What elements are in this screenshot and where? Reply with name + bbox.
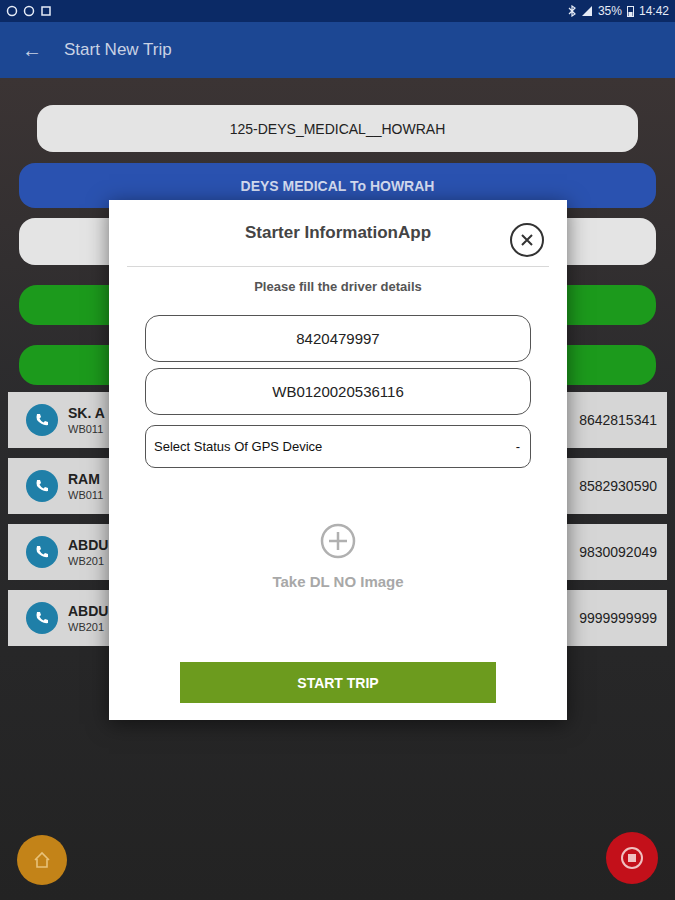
- driver-phone: 9830092049: [579, 544, 657, 560]
- driver-name: ABDU: [68, 537, 108, 553]
- dialog-title: Starter InformationApp: [245, 223, 431, 243]
- start-trip-button[interactable]: START TRIP: [180, 662, 496, 703]
- battery-icon: [627, 5, 634, 17]
- driver-licence: WB201: [68, 555, 108, 567]
- screen-title: Start New Trip: [64, 40, 172, 60]
- driver-info: RAM WB011: [68, 471, 103, 501]
- route-code[interactable]: 125-DEYS_MEDICAL__HOWRAH: [37, 105, 638, 152]
- driver-info: SK. A WB011: [68, 405, 105, 435]
- gps-select-label: Select Status Of GPS Device: [154, 439, 322, 454]
- driver-phone: 8642815341: [579, 412, 657, 428]
- phone-icon: [34, 478, 50, 494]
- stop-icon: [620, 846, 644, 870]
- driver-info: ABDU WB201: [68, 603, 108, 633]
- route-direction-text: DEYS MEDICAL To HOWRAH: [241, 178, 435, 194]
- call-button[interactable]: [26, 602, 58, 634]
- sync-icon: [6, 5, 18, 17]
- back-button[interactable]: ←: [22, 39, 42, 62]
- notification-icons: [6, 5, 52, 17]
- home-button[interactable]: [17, 835, 67, 885]
- bluetooth-icon: [568, 5, 576, 17]
- signal-icon: [581, 5, 593, 17]
- call-button[interactable]: [26, 470, 58, 502]
- driver-name: SK. A: [68, 405, 105, 421]
- dialog-divider: [127, 266, 549, 267]
- call-button[interactable]: [26, 404, 58, 436]
- phone-field[interactable]: 8420479997: [145, 315, 531, 362]
- starter-dialog: Starter InformationApp Please fill the dr…: [109, 200, 567, 720]
- system-icons: 35% 14:42: [568, 4, 669, 18]
- close-icon: [520, 233, 534, 247]
- gps-status-select[interactable]: Select Status Of GPS Device -: [145, 425, 531, 468]
- driver-licence: WB011: [68, 423, 105, 435]
- driver-phone: 9999999999: [579, 610, 657, 626]
- driver-licence: WB201: [68, 621, 108, 633]
- close-button[interactable]: [510, 223, 544, 257]
- stop-button[interactable]: [606, 832, 658, 884]
- driver-licence: WB011: [68, 489, 103, 501]
- dropdown-arrow: -: [516, 439, 520, 454]
- phone-icon: [34, 544, 50, 560]
- call-button[interactable]: [26, 536, 58, 568]
- clock: 14:42: [639, 4, 669, 18]
- battery-percent: 35%: [598, 4, 622, 18]
- driver-info: ABDU WB201: [68, 537, 108, 567]
- add-image-icon[interactable]: [320, 523, 356, 559]
- home-icon: [32, 850, 52, 870]
- status-bar: 35% 14:42: [0, 0, 675, 22]
- take-image-label[interactable]: Take DL NO Image: [109, 573, 567, 591]
- dialog-prompt: Please fill the driver details: [109, 279, 567, 295]
- route-code-text: 125-DEYS_MEDICAL__HOWRAH: [230, 121, 446, 137]
- sync-icon: [23, 5, 35, 17]
- driver-name: RAM: [68, 471, 103, 487]
- licence-field[interactable]: WB0120020536116: [145, 368, 531, 415]
- dialog-header: Starter InformationApp: [109, 200, 567, 266]
- driver-name: ABDU: [68, 603, 108, 619]
- app-icon: [40, 5, 52, 17]
- driver-phone: 8582930590: [579, 478, 657, 494]
- phone-icon: [34, 412, 50, 428]
- phone-icon: [34, 610, 50, 626]
- app-bar: ← Start New Trip: [0, 22, 675, 78]
